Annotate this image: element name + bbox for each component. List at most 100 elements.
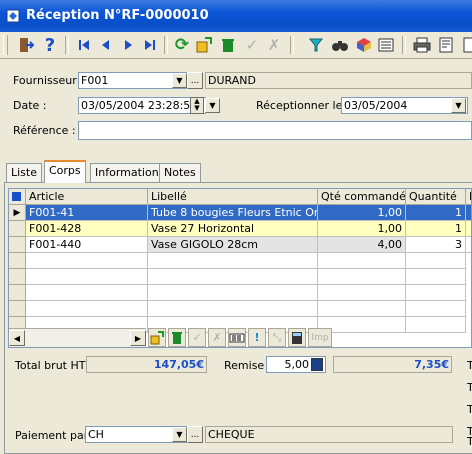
right-total-label: T xyxy=(467,435,472,448)
column-header-qte-commandee[interactable]: Qté commandée xyxy=(318,189,406,205)
receptionner-dropdown-button[interactable]: ▼ xyxy=(451,98,466,113)
new-record-icon[interactable] xyxy=(194,35,214,55)
reference-label: Référence : xyxy=(13,124,76,137)
cube-icon[interactable] xyxy=(354,35,374,55)
grid-imp-button[interactable]: Imp xyxy=(308,328,332,347)
toolbar-grip[interactable] xyxy=(3,35,8,55)
table-cell-libelle[interactable]: Vase 27 Horizontal xyxy=(148,221,318,237)
refresh-icon[interactable]: ⟳ xyxy=(172,35,192,55)
empty-cell[interactable] xyxy=(406,269,466,285)
row-indicator[interactable] xyxy=(9,253,26,269)
empty-cell[interactable] xyxy=(26,301,148,317)
first-record-icon[interactable] xyxy=(74,35,94,55)
next-record-icon[interactable] xyxy=(118,35,138,55)
row-indicator[interactable]: ▶ xyxy=(9,205,26,221)
reference-field[interactable] xyxy=(78,121,472,140)
empty-cell[interactable] xyxy=(406,301,466,317)
grid-horizontal-scrollbar[interactable]: ◀ ▶ xyxy=(9,328,146,347)
date-label: Date : xyxy=(13,99,47,112)
window-title: Réception N°RF-0000010 xyxy=(26,8,209,23)
tab-corps[interactable]: Corps xyxy=(44,160,86,183)
empty-cell[interactable] xyxy=(26,285,148,301)
column-header-article[interactable]: Article xyxy=(26,189,148,205)
empty-cell[interactable] xyxy=(318,301,406,317)
empty-cell[interactable] xyxy=(318,269,406,285)
help-icon[interactable]: ? xyxy=(40,35,60,56)
paiement-browse-button[interactable]: ... xyxy=(187,426,203,443)
date-spinner[interactable]: ▲ ▼ xyxy=(190,97,204,114)
empty-cell[interactable] xyxy=(26,269,148,285)
grid-validate-icon[interactable]: ✓ xyxy=(188,328,206,347)
empty-cell[interactable] xyxy=(26,253,148,269)
total-brut-label: Total brut HT : xyxy=(15,359,93,372)
grid-sort-icon[interactable]: ⤡ xyxy=(268,328,286,347)
tab-notes[interactable]: Notes xyxy=(159,163,201,182)
date-field[interactable]: 03/05/2004 23:28:59 xyxy=(78,97,206,114)
table-cell-f[interactable] xyxy=(466,221,471,237)
main-toolbar: ? ⟳ ✓ ✗ xyxy=(0,32,472,59)
paiement-dropdown-button[interactable]: ▼ xyxy=(172,427,187,442)
table-cell-f[interactable] xyxy=(466,237,471,253)
toolbar-separator xyxy=(402,36,406,54)
last-record-icon[interactable] xyxy=(140,35,160,55)
scroll-right-arrow-icon[interactable]: ▶ xyxy=(130,330,146,346)
empty-cell[interactable] xyxy=(148,269,318,285)
search-icon[interactable] xyxy=(330,35,350,55)
fournisseur-label: Fournisseur : xyxy=(13,74,84,87)
tab-liste[interactable]: Liste xyxy=(6,163,42,182)
receptionner-date-field[interactable]: 03/05/2004 xyxy=(341,97,468,114)
cancel-icon[interactable]: ✗ xyxy=(264,35,284,55)
grid-info-icon[interactable]: ! xyxy=(248,328,266,347)
empty-cell[interactable] xyxy=(406,285,466,301)
table-cell-quantite[interactable]: 3 xyxy=(406,237,466,253)
empty-cell[interactable] xyxy=(148,253,318,269)
empty-cell[interactable] xyxy=(318,253,406,269)
table-cell-article[interactable]: F001-428 xyxy=(26,221,148,237)
empty-cell[interactable] xyxy=(148,285,318,301)
table-cell-libelle[interactable]: Tube 8 bougies Fleurs Etnic Or - 3H xyxy=(148,205,318,221)
column-header-quantite[interactable]: Quantité xyxy=(406,189,466,205)
print-preview-icon[interactable] xyxy=(436,35,456,55)
previous-record-icon[interactable] xyxy=(96,35,116,55)
date-dropdown-button[interactable]: ▼ xyxy=(205,98,220,113)
tools-icon[interactable] xyxy=(458,35,472,55)
table-cell-f[interactable] xyxy=(466,205,471,221)
table-cell-article[interactable]: F001-440 xyxy=(26,237,148,253)
row-indicator[interactable] xyxy=(9,237,26,253)
empty-cell[interactable] xyxy=(318,285,406,301)
list-icon[interactable] xyxy=(376,35,396,55)
remise-calculator-icon[interactable] xyxy=(311,358,323,371)
grid-calculator-icon[interactable] xyxy=(288,328,306,347)
table-cell-quantite[interactable]: 1 xyxy=(406,205,466,221)
filter-icon[interactable] xyxy=(306,35,326,55)
grid-cancel-icon[interactable]: ✗ xyxy=(208,328,226,347)
empty-cell[interactable] xyxy=(406,253,466,269)
column-header-libelle[interactable]: Libellé xyxy=(148,189,318,205)
row-indicator[interactable] xyxy=(9,221,26,237)
title-bar: Réception N°RF-0000010 xyxy=(0,0,472,32)
validate-icon[interactable]: ✓ xyxy=(242,35,262,55)
lines-grid[interactable]: Article Libellé Qté commandée Quantité F… xyxy=(8,188,472,348)
row-indicator[interactable] xyxy=(9,285,26,301)
tab-informations[interactable]: Informations xyxy=(90,163,170,182)
table-cell-qte-commandee[interactable]: 1,00 xyxy=(318,221,406,237)
table-cell-article[interactable]: F001-41 xyxy=(26,205,148,221)
fournisseur-browse-button[interactable]: ... xyxy=(187,72,203,89)
table-cell-qte-commandee[interactable]: 4,00 xyxy=(318,237,406,253)
grid-barcode-icon[interactable] xyxy=(228,328,246,347)
table-cell-quantite[interactable]: 1 xyxy=(406,221,466,237)
delete-icon[interactable] xyxy=(218,35,238,55)
row-indicator[interactable] xyxy=(9,301,26,317)
table-cell-libelle[interactable]: Vase GIGOLO 28cm xyxy=(148,237,318,253)
fournisseur-dropdown-button[interactable]: ▼ xyxy=(172,73,187,88)
grid-toolbar: ✓ ✗ ! ⤡ Imp xyxy=(148,328,472,347)
grid-delete-line-icon[interactable] xyxy=(168,328,186,347)
scroll-left-arrow-icon[interactable]: ◀ xyxy=(9,330,25,346)
grid-new-line-icon[interactable] xyxy=(148,328,166,347)
row-indicator[interactable] xyxy=(9,269,26,285)
table-cell-qte-commandee[interactable]: 1,00 xyxy=(318,205,406,221)
empty-cell[interactable] xyxy=(148,301,318,317)
column-header-f[interactable]: F xyxy=(466,189,471,205)
exit-icon[interactable] xyxy=(16,35,36,55)
print-icon[interactable] xyxy=(412,35,432,55)
